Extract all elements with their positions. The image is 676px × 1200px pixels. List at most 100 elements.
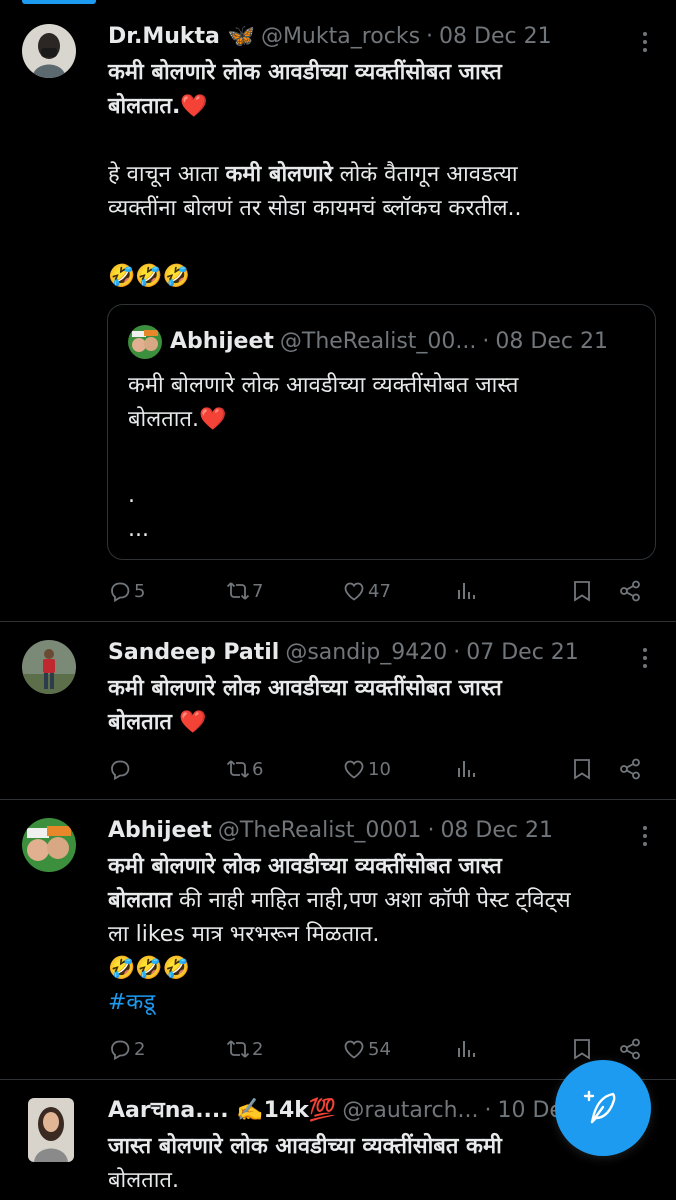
views-button[interactable] xyxy=(454,1037,478,1061)
text-line: व्यक्तींना बोलणं तर सोडा कायमचं ब्लॉकच क… xyxy=(108,196,522,221)
heart-emoji: ❤️ xyxy=(178,710,207,735)
text-line: बोलतात. xyxy=(128,407,199,432)
share-button[interactable] xyxy=(618,579,642,603)
reply-button[interactable] xyxy=(108,757,134,781)
quoted-tweet-date[interactable]: 08 Dec 21 xyxy=(495,327,608,357)
author-name[interactable]: Aarचna.... ✍️14k💯 xyxy=(108,1096,336,1126)
share-icon xyxy=(620,758,640,780)
quoted-author-name[interactable]: Abhijeet xyxy=(170,327,274,357)
heart-icon xyxy=(344,582,364,601)
text-line: ला likes मात्र भरभरून मिळतात. xyxy=(108,922,380,947)
text-line: कमी बोलणारे लोक आवडीच्या व्यक्तींसोबत जा… xyxy=(108,854,502,879)
retweet-button[interactable]: 7 xyxy=(226,579,263,603)
share-button[interactable] xyxy=(618,1037,642,1061)
views-icon xyxy=(458,761,475,777)
author-handle[interactable]: @TheRealist_0001 xyxy=(218,816,422,846)
share-icon xyxy=(620,580,640,602)
emoji-line: 🤣🤣🤣 xyxy=(108,264,191,289)
heart-icon xyxy=(344,760,364,779)
text-line: कमी बोलणारे लोक आवडीच्या व्यक्तींसोबत जा… xyxy=(128,373,519,398)
heart-emoji: ❤️ xyxy=(198,407,227,432)
text-bold: कमी बोलणारे xyxy=(225,162,333,187)
like-count: 10 xyxy=(368,758,391,780)
tweet-actions: 2 2 54 xyxy=(108,1034,648,1064)
tweet-text: कमी बोलणारे लोक आवडीच्या व्यक्तींसोबत जा… xyxy=(108,850,656,1020)
separator-dot: · xyxy=(482,329,490,354)
heart-icon xyxy=(344,1040,364,1059)
like-button[interactable]: 54 xyxy=(342,1037,391,1061)
tweet-date[interactable]: 10 De xyxy=(498,1096,563,1126)
avatar[interactable] xyxy=(28,1098,74,1162)
reply-count: 5 xyxy=(134,580,146,602)
tweet-actions: 5 7 47 xyxy=(108,576,648,606)
hashtag-link[interactable]: #कडू xyxy=(108,990,155,1015)
text-line: . xyxy=(128,483,135,508)
tweet-3[interactable]: Abhijeet @TheRealist_0001 · 08 Dec 21 कम… xyxy=(0,800,676,1080)
author-handle[interactable]: @rautarch... xyxy=(342,1096,478,1126)
text-line: बोलतात. xyxy=(108,94,181,119)
like-button[interactable]: 47 xyxy=(342,579,391,603)
tweet-2[interactable]: Sandeep Patil @sandip_9420 · 07 Dec 21 क… xyxy=(0,622,676,800)
more-options-icon[interactable] xyxy=(642,32,648,52)
heart-emoji: ❤️ xyxy=(180,94,208,119)
separator-dot: · xyxy=(453,640,461,665)
like-button[interactable]: 10 xyxy=(342,757,391,781)
separator-dot: · xyxy=(426,24,434,49)
reply-count: 2 xyxy=(134,1038,146,1060)
text-bold: बोलतात xyxy=(108,888,172,913)
avatar[interactable] xyxy=(128,325,162,359)
author-name[interactable]: Abhijeet xyxy=(108,816,212,846)
like-count: 47 xyxy=(368,580,391,602)
retweet-count: 6 xyxy=(252,758,264,780)
quoted-author-handle[interactable]: @TheRealist_00... xyxy=(280,327,477,357)
reply-button[interactable]: 5 xyxy=(108,579,145,603)
views-icon xyxy=(458,583,475,599)
reply-icon xyxy=(111,1040,130,1061)
views-button[interactable] xyxy=(454,579,478,603)
retweet-icon xyxy=(226,582,250,600)
retweet-button[interactable]: 6 xyxy=(226,757,263,781)
bookmark-button[interactable] xyxy=(570,579,594,603)
tweet-actions: 6 10 xyxy=(108,754,648,784)
text-line: कमी बोलणारे लोक आवडीच्या व्यक्तींसोबत जा… xyxy=(108,676,502,701)
more-options-icon[interactable] xyxy=(642,648,648,668)
compose-tweet-icon xyxy=(583,1090,616,1124)
tweet-date[interactable]: 08 Dec 21 xyxy=(439,22,552,52)
author-name[interactable]: Sandeep Patil xyxy=(108,638,279,668)
retweet-icon xyxy=(226,760,250,778)
share-button[interactable] xyxy=(618,757,642,781)
bookmark-button[interactable] xyxy=(570,757,594,781)
text-line: लोकं वैतागून आवडत्या xyxy=(332,162,518,187)
text-line: बोलतात xyxy=(108,710,172,735)
bookmark-icon xyxy=(574,1039,590,1060)
reply-button[interactable]: 2 xyxy=(108,1037,145,1061)
separator-dot: · xyxy=(484,1098,492,1123)
author-handle[interactable]: @Mukta_rocks xyxy=(261,22,420,52)
quoted-tweet[interactable]: Abhijeet @TheRealist_00... · 08 Dec 21 क… xyxy=(107,304,656,560)
tweet-text: कमी बोलणारे लोक आवडीच्या व्यक्तींसोबत जा… xyxy=(108,56,656,294)
avatar[interactable] xyxy=(22,818,76,872)
retweet-count: 2 xyxy=(252,1038,264,1060)
more-options-icon[interactable] xyxy=(642,826,648,846)
views-icon xyxy=(458,1041,475,1057)
reply-icon xyxy=(111,760,130,781)
bookmark-icon xyxy=(574,581,590,602)
avatar[interactable] xyxy=(22,24,76,78)
tweet-date[interactable]: 08 Dec 21 xyxy=(440,816,553,846)
avatar[interactable] xyxy=(22,640,76,694)
retweet-button[interactable]: 2 xyxy=(226,1037,263,1061)
compose-tweet-button[interactable] xyxy=(555,1060,651,1156)
author-name[interactable]: Dr.Mukta 🦋 xyxy=(108,22,255,52)
bookmark-button[interactable] xyxy=(570,1037,594,1061)
text-line: की नाही माहित नाही,पण अशा कॉपी पेस्ट ट्व… xyxy=(171,888,571,913)
text-line: ... xyxy=(128,517,149,542)
separator-dot: · xyxy=(427,818,435,843)
bookmark-icon xyxy=(574,759,590,780)
tweet-1[interactable]: Dr.Mukta 🦋 @Mukta_rocks · 08 Dec 21 कमी … xyxy=(0,6,676,622)
tweet-date[interactable]: 07 Dec 21 xyxy=(466,638,579,668)
views-button[interactable] xyxy=(454,757,478,781)
author-handle[interactable]: @sandip_9420 xyxy=(285,638,447,668)
like-count: 54 xyxy=(368,1038,391,1060)
reply-icon xyxy=(111,582,130,603)
text-line: हे वाचून आता xyxy=(108,162,226,187)
